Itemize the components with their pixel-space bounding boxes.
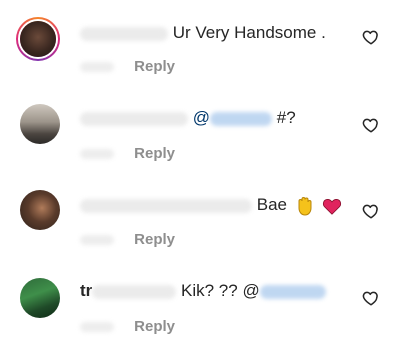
comment-meta: Reply [80, 58, 175, 75]
username-redacted[interactable] [80, 198, 252, 213]
reply-button[interactable]: Reply [134, 318, 175, 335]
timestamp-redacted [80, 322, 114, 333]
comment-text: Bae [80, 194, 342, 216]
comment-item: tr Kik? ?? @ Reply [0, 258, 411, 344]
heart-outline-icon[interactable] [362, 28, 380, 46]
comment-text: Ur Very Handsome . [80, 22, 326, 44]
comment-text: tr Kik? ?? @ [80, 280, 326, 302]
heart-outline-icon[interactable] [362, 289, 380, 307]
avatar[interactable] [20, 278, 60, 318]
comment-text: @ #? [80, 107, 296, 129]
username-redacted[interactable] [80, 111, 188, 126]
comment-item: Ur Very Handsome . Reply [0, 0, 411, 86]
avatar[interactable] [20, 190, 60, 230]
comment-item: @ #? Reply [0, 86, 411, 172]
username-visible[interactable]: tr [80, 281, 92, 300]
avatar[interactable] [16, 17, 60, 61]
heart-outline-icon[interactable] [362, 202, 380, 220]
heart-emoji [323, 198, 342, 215]
mention-redacted[interactable] [210, 111, 272, 126]
comment-meta: Reply [80, 318, 175, 335]
mention-prefix[interactable]: @ [193, 108, 210, 127]
comment-suffix: #? [276, 108, 296, 127]
reply-button[interactable]: Reply [134, 145, 175, 162]
timestamp-redacted [80, 235, 114, 246]
raised-hand-emoji [298, 196, 312, 216]
comment-meta: Reply [80, 231, 175, 248]
timestamp-redacted [80, 62, 114, 73]
avatar[interactable] [20, 104, 60, 144]
username-redacted[interactable] [80, 26, 168, 41]
username-redacted[interactable] [92, 284, 177, 299]
reply-button[interactable]: Reply [134, 58, 175, 75]
timestamp-redacted [80, 149, 114, 160]
heart-outline-icon[interactable] [362, 116, 380, 134]
comment-meta: Reply [80, 145, 175, 162]
reply-button[interactable]: Reply [134, 231, 175, 248]
mention-redacted[interactable] [259, 284, 326, 299]
comment-item: Bae Reply [0, 172, 411, 258]
